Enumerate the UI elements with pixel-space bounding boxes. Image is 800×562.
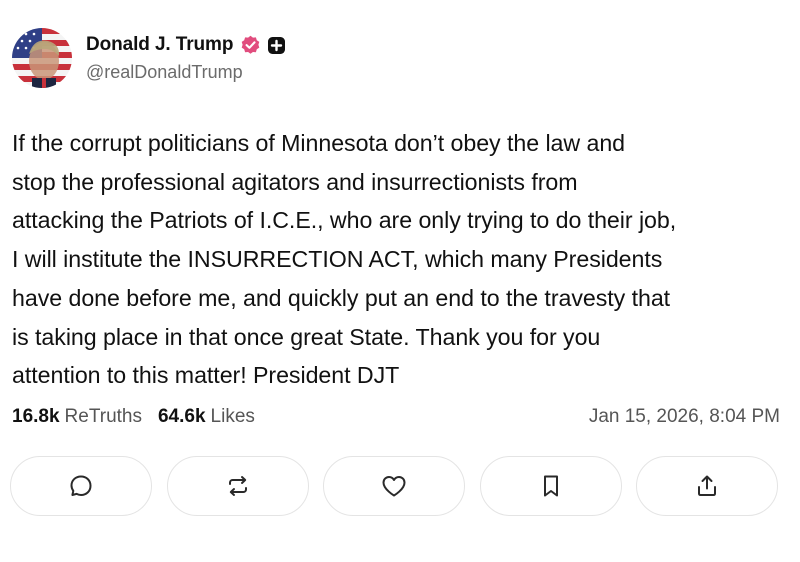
retruths-count: 16.8k	[12, 406, 60, 427]
post-card: Donald J. Trump @realDonaldTrump If the …	[0, 0, 800, 562]
post-timestamp[interactable]: Jan 15, 2026, 8:04 PM	[589, 406, 780, 428]
verified-badge-icon	[240, 35, 261, 56]
likes-count: 64.6k	[157, 406, 206, 427]
retruth-button[interactable]	[166, 456, 309, 516]
heart-icon	[380, 473, 408, 499]
like-button[interactable]	[323, 456, 465, 516]
bookmark-icon	[539, 473, 563, 499]
author-names: Donald J. Trump @realDonaldTrump	[86, 33, 286, 83]
retruths-stat[interactable]: 16.8k ReTruths	[12, 406, 142, 428]
retruths-label: ReTruths	[64, 406, 142, 427]
post-stats: 16.8k ReTruths 64.6k Likes	[12, 406, 255, 428]
retruth-icon	[225, 473, 251, 499]
reply-button[interactable]	[10, 456, 152, 516]
author-handle[interactable]: @realDonaldTrump	[86, 62, 286, 83]
plus-badge-icon	[267, 36, 286, 55]
bookmark-button[interactable]	[479, 456, 622, 516]
reply-icon	[68, 473, 94, 499]
share-icon	[694, 473, 720, 499]
post-header: Donald J. Trump @realDonaldTrump	[12, 28, 286, 88]
action-bar	[10, 456, 778, 516]
avatar-image	[12, 28, 72, 88]
likes-label: Likes	[210, 406, 255, 427]
likes-stat[interactable]: 64.6k Likes	[158, 406, 255, 428]
post-body-text: If the corrupt politicians of Minnesota …	[12, 130, 677, 389]
author-display-name[interactable]: Donald J. Trump	[86, 34, 233, 56]
share-button[interactable]	[636, 456, 778, 516]
avatar[interactable]	[12, 28, 72, 88]
name-row: Donald J. Trump	[86, 33, 286, 57]
